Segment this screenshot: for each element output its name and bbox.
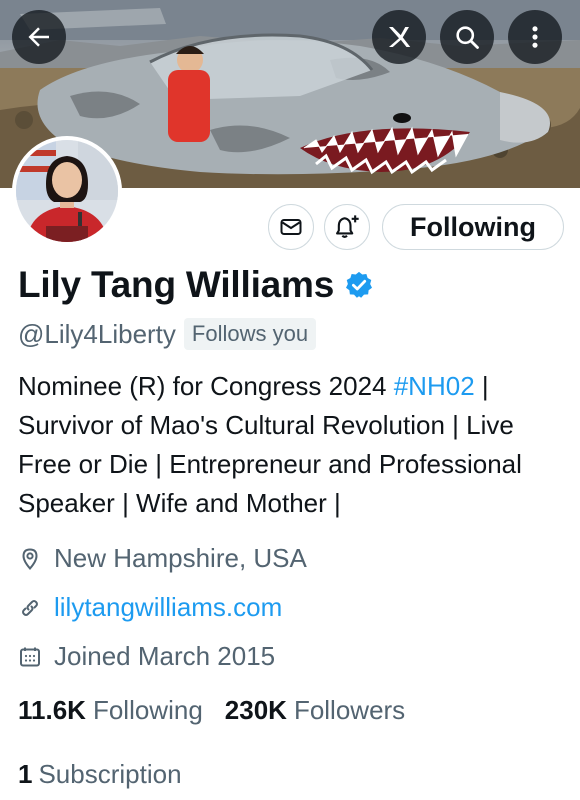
profile-bio: Nominee (R) for Congress 2024 #NH02 | Su…	[18, 367, 566, 523]
following-count: 11.6K	[18, 695, 86, 725]
calendar-icon	[20, 647, 40, 666]
grok-button[interactable]	[372, 10, 426, 64]
profile-handle: @Lily4Liberty	[18, 318, 176, 349]
profile-joined-date: Joined March 2015	[18, 641, 275, 672]
profile-website: lilytangwilliams.com	[18, 592, 282, 623]
avatar-image	[16, 140, 118, 242]
link-icon	[22, 599, 38, 616]
location-pin-icon	[22, 547, 38, 570]
bell-plus-icon	[336, 215, 359, 238]
following-button[interactable]: Following	[382, 204, 564, 250]
back-button[interactable]	[12, 10, 66, 64]
followers-stat-link[interactable]: 230K Followers	[225, 695, 405, 726]
message-button[interactable]	[268, 204, 314, 250]
website-link[interactable]: lilytangwilliams.com	[54, 592, 282, 623]
avatar[interactable]	[12, 136, 122, 246]
profile-location: New Hampshire, USA	[18, 543, 307, 574]
joined-text: Joined March 2015	[54, 641, 276, 671]
followers-label: Followers	[293, 695, 406, 725]
more-vertical-icon	[532, 26, 538, 48]
more-options-button[interactable]	[508, 10, 562, 64]
notifications-button[interactable]	[324, 204, 370, 250]
search-button[interactable]	[440, 10, 494, 64]
grok-icon	[389, 27, 411, 47]
arrow-left-icon	[28, 27, 49, 47]
subscription-count: 1	[18, 759, 33, 789]
verified-badge-icon[interactable]	[344, 270, 374, 300]
follows-you-badge: Follows you	[183, 318, 317, 350]
subscription-label: Subscription	[38, 759, 182, 789]
subscriptions-link[interactable]: 1 Subscription	[18, 759, 182, 790]
envelope-icon	[280, 219, 302, 235]
follow-stats: 11.6K Following 230K Followers	[18, 695, 405, 726]
search-icon	[456, 26, 479, 49]
location-text: New Hampshire, USA	[54, 543, 307, 573]
bio-text-lead: Nominee (R) for Congress 2024	[18, 371, 394, 401]
following-stat-link[interactable]: 11.6K Following	[18, 695, 203, 726]
handle-row: @Lily4Liberty Follows you	[18, 318, 317, 350]
profile-name: Lily Tang Williams	[18, 264, 335, 305]
followers-count: 230K	[224, 695, 287, 725]
bio-hashtag-link[interactable]: #NH02	[394, 371, 475, 401]
profile-name-row: Lily Tang Williams	[18, 264, 374, 306]
following-label: Following	[92, 695, 203, 725]
